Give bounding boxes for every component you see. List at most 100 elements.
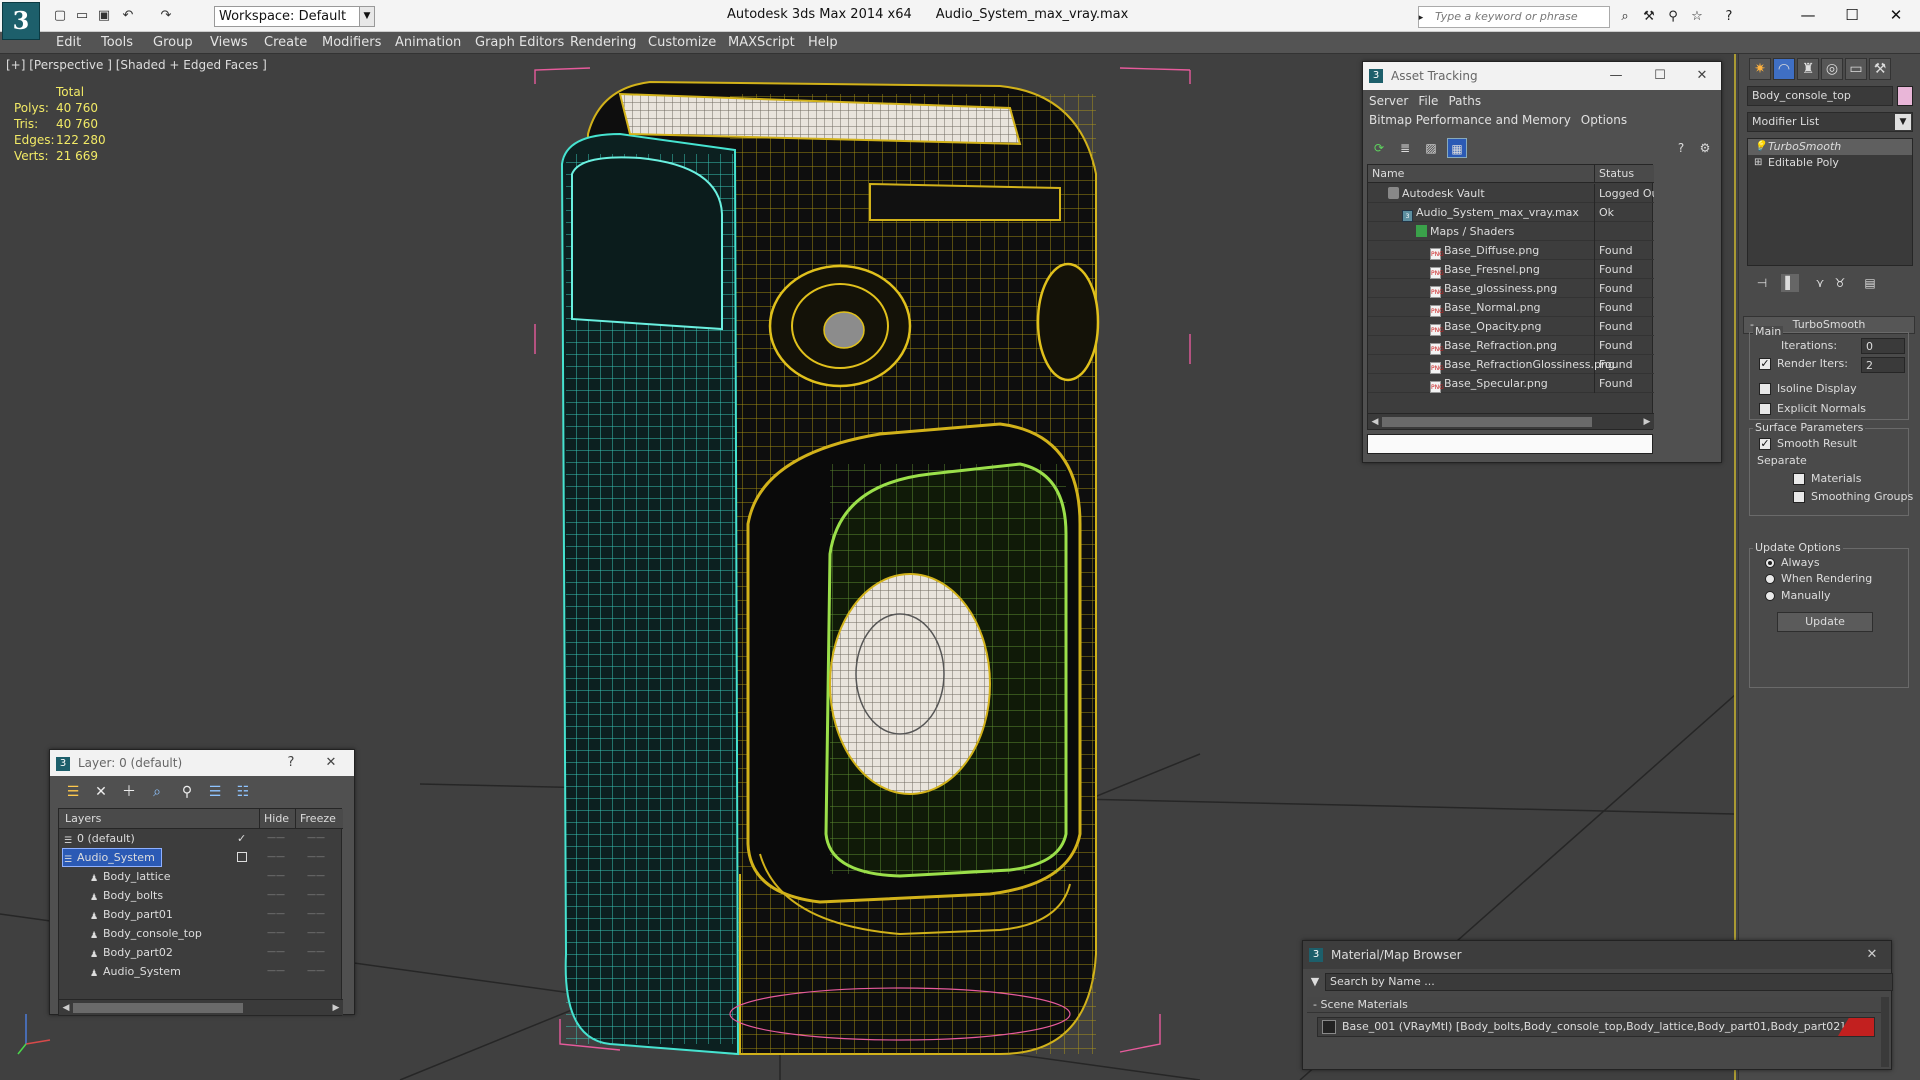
create-layer-icon[interactable]: ☰ (62, 782, 84, 802)
make-unique-icon[interactable]: ⋎ (1811, 274, 1829, 292)
menu-animation[interactable]: Animation (395, 34, 461, 52)
asset-row[interactable]: Autodesk Vault Logged Out ... (1368, 184, 1654, 203)
hierarchy-tab-icon[interactable]: ♜ (1797, 58, 1819, 80)
utilities-tab-icon[interactable]: ⚒ (1869, 58, 1891, 80)
freeze-toggle[interactable]: —— (307, 867, 325, 886)
layer-row[interactable]: ☰ 0 (default) ✓ —— —— (59, 829, 343, 848)
modify-tab-icon[interactable]: ◠ (1773, 58, 1795, 80)
maximize-icon[interactable]: ☐ (1834, 4, 1870, 26)
isoline-display-checkbox[interactable]: Isoline Display (1759, 382, 1857, 396)
table-view-icon[interactable]: ▦ (1447, 138, 1467, 158)
menu-edit[interactable]: Edit (56, 34, 81, 52)
hide-toggle[interactable]: —— (267, 943, 285, 962)
freeze-toggle[interactable]: —— (307, 848, 325, 867)
scroll-left-icon[interactable]: ◀ (1368, 414, 1382, 430)
menu-create[interactable]: Create (264, 34, 307, 52)
radio-dot[interactable] (1765, 574, 1775, 584)
checkbox-box[interactable] (1793, 473, 1805, 485)
open-file-icon[interactable]: ▭ (72, 6, 92, 26)
material-search-input[interactable]: Search by Name ... (1325, 973, 1893, 991)
layer-name-cell[interactable]: ♟ Body_part01 (89, 906, 179, 923)
motion-tab-icon[interactable]: ◎ (1821, 58, 1843, 80)
keyword-search-input[interactable]: Type a keyword or phrase (1418, 6, 1610, 28)
menu-options[interactable]: Options (1581, 111, 1627, 130)
filter-icon[interactable]: ▼ (1307, 974, 1323, 990)
render-iters-value[interactable]: 2 (1861, 357, 1905, 373)
redo-icon[interactable]: ↷ (156, 6, 176, 26)
asset-row[interactable]: PNGBase_Specular.png Found (1368, 374, 1654, 393)
scroll-thumb[interactable] (1382, 417, 1592, 427)
scene-materials-group[interactable]: - Scene Materials (1307, 997, 1885, 1013)
scroll-left-icon[interactable]: ◀ (59, 1000, 73, 1016)
favorites-icon[interactable]: ☆ (1688, 8, 1706, 26)
new-file-icon[interactable]: ▢ (50, 6, 70, 26)
undo-icon[interactable]: ↶ (118, 6, 138, 26)
freeze-toggle[interactable]: —— (307, 905, 325, 924)
column-header-hide[interactable]: Hide (259, 809, 289, 829)
workspace-dropdown[interactable]: Workspace: Default ▼ (214, 6, 375, 27)
configure-sets-icon[interactable]: ▤ (1861, 274, 1879, 292)
stack-item-turbosmooth[interactable]: 💡 TurboSmooth (1748, 139, 1912, 155)
display-tab-icon[interactable]: ▭ (1845, 58, 1867, 80)
manually-radio[interactable]: Manually (1763, 589, 1831, 603)
freeze-toggle[interactable]: —— (307, 886, 325, 905)
layer-name-cell[interactable]: ♟ Body_part02 (89, 944, 179, 961)
menu-file[interactable]: File (1418, 92, 1438, 111)
smooth-result-checkbox[interactable]: ✓ Smooth Result (1759, 437, 1857, 451)
materials-checkbox[interactable]: Materials (1793, 472, 1861, 486)
menu-maxscript[interactable]: MAXScript (728, 34, 795, 52)
checkbox-box[interactable]: ✓ (1759, 438, 1771, 450)
set-current-layer-box[interactable] (237, 852, 247, 862)
close-icon[interactable]: ✕ (1687, 62, 1717, 90)
hide-toggle[interactable]: —— (267, 867, 285, 886)
asset-row[interactable]: PNGBase_Fresnel.png Found (1368, 260, 1654, 279)
layer-row[interactable]: ♟ Body_bolts —— —— (59, 886, 343, 905)
material-row[interactable]: Base_001 (VRayMtl) [Body_bolts,Body_cons… (1317, 1017, 1875, 1037)
help-icon[interactable]: ? (276, 750, 306, 776)
menu-help[interactable]: Help (808, 34, 838, 52)
hide-toggle[interactable]: —— (267, 905, 285, 924)
menu-paths[interactable]: Paths (1448, 92, 1481, 111)
layer-name-cell[interactable]: ♟ Body_bolts (89, 887, 169, 904)
chevron-down-icon[interactable]: ▼ (1895, 114, 1911, 130)
create-tab-icon[interactable]: ✷ (1749, 58, 1771, 80)
vertical-scrollbar[interactable] (1881, 997, 1889, 1067)
hide-toggle[interactable]: —— (267, 924, 285, 943)
layer-name-cell[interactable]: ☰ 0 (default) (63, 830, 141, 847)
checkbox-box[interactable]: ✓ (1759, 358, 1771, 370)
horizontal-scrollbar[interactable]: ◀ ▶ (59, 999, 343, 1015)
delete-layer-icon[interactable]: ✕ (90, 782, 112, 802)
current-layer-check-icon[interactable]: ✓ (237, 829, 246, 848)
update-button[interactable]: Update (1777, 612, 1873, 632)
close-icon[interactable]: ✕ (316, 750, 346, 776)
minimize-icon[interactable]: — (1601, 62, 1631, 90)
close-icon[interactable]: ✕ (1857, 941, 1887, 969)
menu-bitmap-performance[interactable]: Bitmap Performance and Memory (1369, 111, 1571, 130)
horizontal-scrollbar[interactable]: ◀ ▶ (1368, 413, 1654, 429)
hide-all-icon[interactable]: ☰ (204, 782, 226, 802)
when-rendering-radio[interactable]: When Rendering (1763, 572, 1872, 586)
hide-toggle[interactable]: —— (267, 962, 285, 981)
radio-dot[interactable] (1765, 558, 1775, 568)
expand-search-icon[interactable]: ▸ (1412, 9, 1430, 27)
freeze-toggle[interactable]: —— (307, 829, 325, 848)
asset-row[interactable]: PNGBase_Diffuse.png Found (1368, 241, 1654, 260)
menu-graph-editors[interactable]: Graph Editors (475, 34, 564, 52)
subscription-icon[interactable]: ⚒ (1640, 8, 1658, 26)
lightbulb-icon[interactable]: 💡 (1754, 139, 1766, 155)
menu-server[interactable]: Server (1369, 92, 1408, 111)
remove-modifier-icon[interactable]: ♉ (1831, 274, 1849, 292)
menu-rendering[interactable]: Rendering (570, 34, 636, 52)
checkbox-box[interactable] (1759, 403, 1771, 415)
app-logo-button[interactable]: 3 (2, 2, 40, 40)
explicit-normals-checkbox[interactable]: Explicit Normals (1759, 402, 1866, 416)
column-header-name[interactable]: Name (1372, 165, 1404, 183)
menu-customize[interactable]: Customize (648, 34, 716, 52)
minimize-icon[interactable]: — (1790, 4, 1826, 26)
add-to-layer-icon[interactable]: ＋ (118, 782, 140, 802)
highlight-layer-icon[interactable]: ⚲ (176, 782, 198, 802)
freeze-toggle[interactable]: —— (307, 962, 325, 981)
scroll-thumb[interactable] (73, 1003, 243, 1013)
asset-row[interactable]: PNGBase_RefractionGlossiness.png Found (1368, 355, 1654, 374)
layer-name-cell[interactable]: ♟ Audio_System (89, 963, 187, 980)
